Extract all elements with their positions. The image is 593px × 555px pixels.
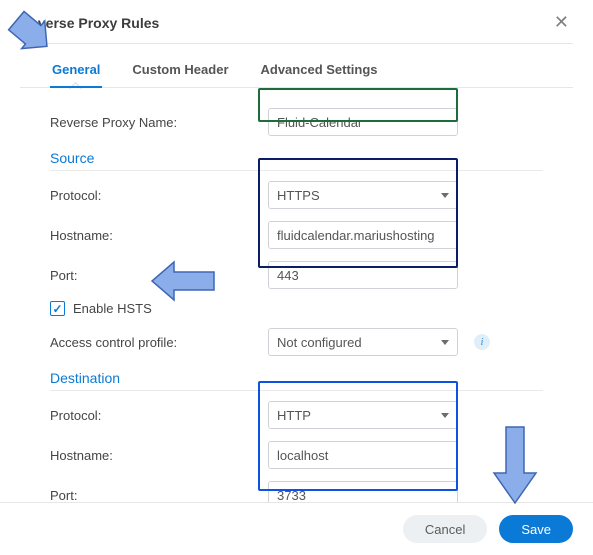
close-icon[interactable]: ✕ <box>550 10 573 35</box>
chevron-down-icon <box>441 340 449 345</box>
dialog-title: Reverse Proxy Rules <box>20 15 159 31</box>
src-port-label: Port: <box>50 268 260 283</box>
src-protocol-select[interactable]: HTTPS <box>268 181 458 209</box>
src-protocol-value: HTTPS <box>277 188 320 203</box>
enable-hsts-checkbox[interactable]: ✓ Enable HSTS <box>50 301 152 316</box>
src-protocol-label: Protocol: <box>50 188 260 203</box>
src-port-input[interactable] <box>268 261 458 289</box>
src-hostname-label: Hostname: <box>50 228 260 243</box>
dst-port-label: Port: <box>50 488 260 503</box>
checkbox-checked-icon: ✓ <box>50 301 65 316</box>
dst-hostname-input[interactable] <box>268 441 458 469</box>
info-icon[interactable]: i <box>474 334 490 350</box>
dst-protocol-value: HTTP <box>277 408 311 423</box>
tab-general[interactable]: General <box>50 58 102 87</box>
enable-hsts-label: Enable HSTS <box>73 301 152 316</box>
acp-label: Access control profile: <box>50 335 260 350</box>
cancel-button[interactable]: Cancel <box>403 515 487 543</box>
destination-section-title: Destination <box>50 362 543 391</box>
dst-protocol-label: Protocol: <box>50 408 260 423</box>
acp-value: Not configured <box>277 335 362 350</box>
save-button[interactable]: Save <box>499 515 573 543</box>
tabs: General Custom Header Advanced Settings <box>20 44 573 88</box>
name-input[interactable] <box>268 108 458 136</box>
source-section-title: Source <box>50 142 543 171</box>
src-hostname-input[interactable] <box>268 221 458 249</box>
acp-select[interactable]: Not configured <box>268 328 458 356</box>
chevron-down-icon <box>441 413 449 418</box>
name-label: Reverse Proxy Name: <box>50 115 260 130</box>
dst-protocol-select[interactable]: HTTP <box>268 401 458 429</box>
dst-hostname-label: Hostname: <box>50 448 260 463</box>
tab-advanced-settings[interactable]: Advanced Settings <box>259 58 380 87</box>
chevron-down-icon <box>441 193 449 198</box>
tab-custom-header[interactable]: Custom Header <box>130 58 230 87</box>
